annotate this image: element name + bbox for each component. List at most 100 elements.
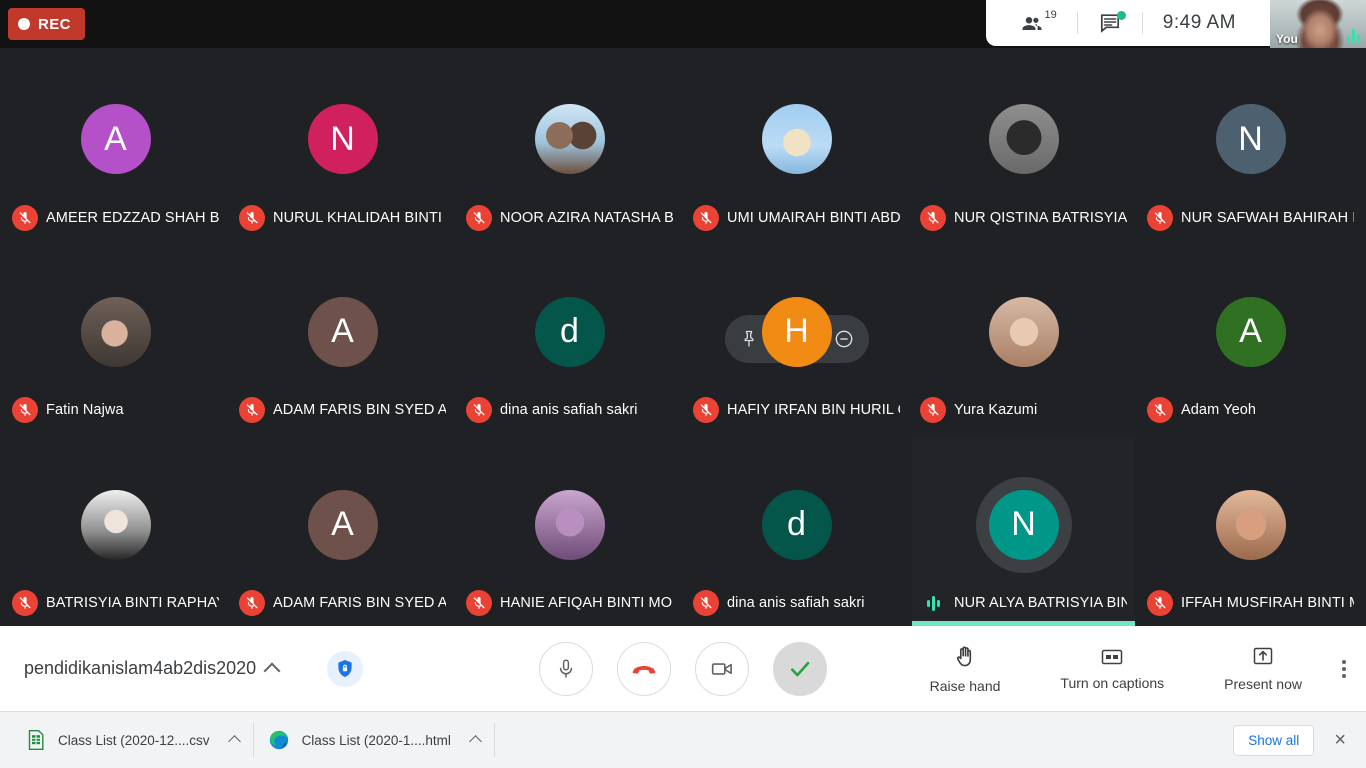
avatar xyxy=(80,489,151,560)
participant-tile[interactable]: NUR QISTINA BATRISYIA B... xyxy=(912,52,1135,241)
download-item-csv[interactable]: Class List (2020-12....csv xyxy=(14,719,251,761)
participant-name: HAFIY IRFAN BIN HURIL Q... xyxy=(727,402,900,419)
participant-tile[interactable]: A ADAM FARIS BIN SYED ALI... xyxy=(231,244,454,434)
participant-name: dina anis safiah sakri xyxy=(727,595,865,611)
end-call-icon xyxy=(632,665,656,674)
avatar-photo xyxy=(988,296,1059,367)
mic-off-icon xyxy=(246,597,258,609)
meeting-info-pill: 19 9:49 AM xyxy=(985,0,1270,46)
present-label: Present now xyxy=(1224,675,1302,692)
participants-button[interactable]: 19 xyxy=(1000,0,1077,46)
avatar xyxy=(534,489,605,560)
microphone-button[interactable] xyxy=(539,641,593,696)
participant-tile[interactable]: Yura Kazumi xyxy=(912,244,1135,434)
self-audio-level-icon xyxy=(1347,29,1360,43)
mic-off-icon xyxy=(700,597,712,609)
participant-tile[interactable]: A Adam Yeoh xyxy=(1139,244,1362,434)
meeting-code-text: pendidikanislam4ab2dis2020 xyxy=(24,658,257,678)
camera-button[interactable] xyxy=(695,641,749,696)
mic-muted-badge xyxy=(693,397,719,424)
participant-name: NOOR AZIRA NATASHA BI... xyxy=(500,209,673,226)
participant-tile[interactable]: A AMEER EDZZAD SHAH BI... xyxy=(4,52,227,241)
accept-check-button[interactable] xyxy=(773,641,827,696)
participant-tile[interactable]: UMI UMAIRAH BINTI ABD ... xyxy=(685,52,908,241)
clock-text: 9:49 AM xyxy=(1162,12,1236,33)
tile-caption: ADAM FARIS BIN SYED ALI... xyxy=(239,590,446,616)
participant-tile[interactable]: N NURUL KHALIDAH BINTI ... xyxy=(231,52,454,241)
edge-browser-icon xyxy=(269,730,288,750)
mic-muted-badge xyxy=(12,590,38,616)
tile-caption: UMI UMAIRAH BINTI ABD ... xyxy=(693,204,900,231)
participant-tile[interactable]: HANIE AFIQAH BINTI MO... xyxy=(458,437,681,626)
participant-tile[interactable]: H HAFIY IRFAN BIN HURIL Q... xyxy=(685,244,908,434)
participant-name: NUR SAFWAH BAHIRAH BI... xyxy=(1181,209,1354,226)
avatar-initial: A xyxy=(331,312,354,351)
participant-tile[interactable]: N NUR SAFWAH BAHIRAH BI... xyxy=(1139,52,1362,241)
raise-hand-button[interactable]: Raise hand xyxy=(930,644,1000,694)
tile-caption: Yura Kazumi xyxy=(920,397,1127,424)
participant-tile[interactable]: A ADAM FARIS BIN SYED ALI... xyxy=(231,437,454,626)
captions-button[interactable]: Turn on captions xyxy=(1060,647,1164,691)
avatar: d xyxy=(534,296,605,367)
chevron-up-icon[interactable] xyxy=(227,735,241,748)
avatar: N xyxy=(988,489,1059,560)
mic-off-icon xyxy=(700,404,712,417)
tile-caption: NUR ALYA BATRISYIA BIN... xyxy=(920,590,1127,616)
avatar xyxy=(988,104,1059,175)
tile-caption: Adam Yeoh xyxy=(1147,397,1354,424)
chevron-up-icon[interactable] xyxy=(469,735,482,748)
avatar: A xyxy=(307,489,378,560)
remove-participant-icon[interactable] xyxy=(833,328,855,350)
participant-tile[interactable]: N NUR ALYA BATRISYIA BIN... xyxy=(912,437,1135,626)
avatar: A xyxy=(1215,296,1286,367)
meeting-code-button[interactable]: pendidikanislam4ab2dis2020 xyxy=(24,658,281,679)
avatar-photo xyxy=(988,104,1059,175)
participant-tile[interactable]: IFFAH MUSFIRAH BINTI M... xyxy=(1139,437,1362,626)
avatar-initial: N xyxy=(1238,119,1263,158)
participant-tile[interactable]: d dina anis safiah sakri xyxy=(685,437,908,626)
audio-level-icon xyxy=(920,590,946,616)
hang-up-button[interactable] xyxy=(617,641,671,696)
check-icon xyxy=(790,661,810,676)
tile-caption: IFFAH MUSFIRAH BINTI M... xyxy=(1147,590,1354,616)
participant-name: NUR QISTINA BATRISYIA B... xyxy=(954,209,1127,226)
mic-muted-badge xyxy=(466,204,492,231)
avatar-initial: d xyxy=(560,312,579,351)
avatar-photo xyxy=(1215,489,1286,560)
mic-off-icon xyxy=(700,211,712,224)
download-item-html[interactable]: Class List (2020-1....html xyxy=(256,719,492,761)
avatar: A xyxy=(80,104,151,175)
participant-tile[interactable]: d dina anis safiah sakri xyxy=(458,244,681,434)
chat-unread-dot xyxy=(1116,11,1126,20)
mic-off-icon xyxy=(473,404,485,417)
participant-tile[interactable]: Fatin Najwa xyxy=(4,244,227,434)
meeting-actions: Raise hand Turn on captions Present now xyxy=(930,644,1302,694)
call-controls xyxy=(539,641,827,696)
more-options-button[interactable] xyxy=(1342,659,1346,678)
participant-name: BATRISYIA BINTI RAPHAY ... xyxy=(46,595,219,611)
participant-name: NURUL KHALIDAH BINTI ... xyxy=(273,209,446,226)
participant-tile[interactable]: BATRISYIA BINTI RAPHAY ... xyxy=(4,437,227,626)
participant-name: dina anis safiah sakri xyxy=(500,402,638,419)
avatar xyxy=(1215,489,1286,560)
pin-icon[interactable] xyxy=(739,329,759,349)
tile-caption: Fatin Najwa xyxy=(12,397,219,424)
close-download-bar-button[interactable]: × xyxy=(1328,730,1352,750)
present-now-button[interactable]: Present now xyxy=(1224,646,1302,692)
top-bar: REC 19 9:49 AM You xyxy=(0,0,1366,48)
tile-caption: NUR QISTINA BATRISYIA B... xyxy=(920,204,1127,231)
show-all-downloads-button[interactable]: Show all xyxy=(1233,724,1315,756)
encryption-shield-button[interactable] xyxy=(327,650,363,687)
csv-file-icon xyxy=(28,730,44,750)
mic-off-icon xyxy=(473,211,485,224)
download-filename: Class List (2020-1....html xyxy=(301,732,451,748)
tile-caption: NUR SAFWAH BAHIRAH BI... xyxy=(1147,204,1354,231)
mic-muted-badge xyxy=(920,397,946,424)
self-view-thumbnail[interactable]: You xyxy=(1270,0,1366,48)
avatar: N xyxy=(307,104,378,175)
mic-muted-badge xyxy=(466,397,492,424)
chat-button[interactable] xyxy=(1078,0,1142,46)
participant-tile[interactable]: NOOR AZIRA NATASHA BI... xyxy=(458,52,681,241)
dot xyxy=(1342,659,1346,664)
participant-name: NUR ALYA BATRISYIA BIN... xyxy=(954,595,1127,611)
